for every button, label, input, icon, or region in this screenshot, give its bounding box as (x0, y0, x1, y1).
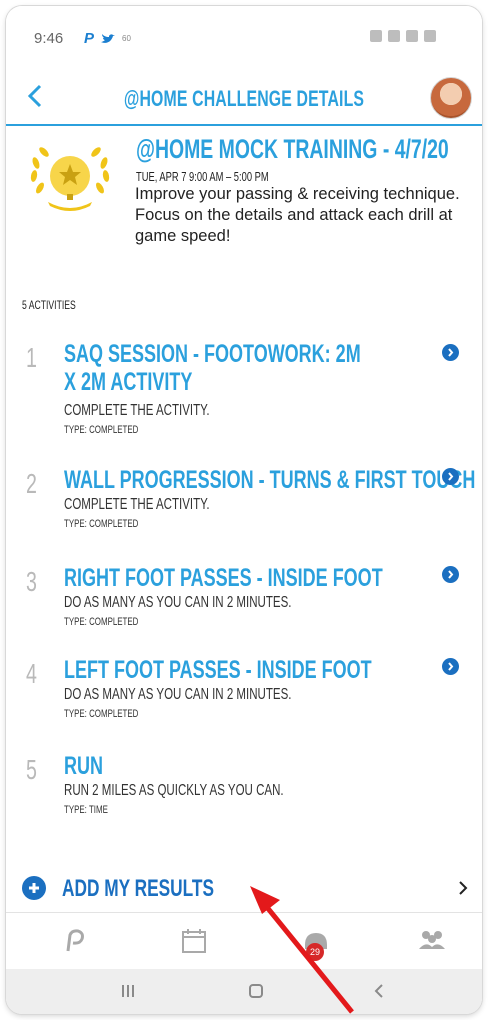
activity-description: RUN 2 MILES AS QUICKLY AS YOU CAN. (64, 782, 284, 799)
battery-icon (424, 30, 436, 42)
notification-badge: 29 (306, 943, 324, 961)
activity-description: COMPLETE THE ACTIVITY. (64, 402, 210, 419)
plus-circle-icon (22, 876, 46, 900)
chevron-right-circle-icon[interactable] (442, 468, 459, 485)
activity-number: 4 (26, 658, 37, 689)
status-bar: 9:46 P 60 (6, 6, 482, 58)
bottom-tab-bar: 29 (6, 913, 482, 969)
activity-type: TYPE: COMPLETED (64, 518, 139, 530)
activity-title[interactable]: WALL PROGRESSION - TURNS & FIRST TOUCH (64, 466, 475, 494)
activity-type: TYPE: COMPLETED (64, 424, 139, 436)
chevron-right-icon (459, 881, 468, 895)
recent-apps-icon[interactable] (116, 979, 140, 1003)
add-results-label: ADD MY RESULTS (62, 875, 215, 902)
phone-screen: 9:46 P 60 @HOME CHALLENGE DETAILS @HOME … (6, 6, 482, 1014)
back-nav-icon[interactable] (368, 979, 392, 1003)
header-divider (6, 124, 482, 126)
activities-count: 5 ACTIVITIES (22, 298, 76, 312)
challenge-description: Improve your passing & receiving techniq… (135, 185, 460, 245)
activity-description: DO AS MANY AS YOU CAN IN 2 MINUTES. (64, 594, 292, 611)
activity-type: TYPE: COMPLETED (64, 616, 139, 628)
back-arrow-icon[interactable] (18, 78, 54, 114)
activity-title[interactable]: LEFT FOOT PASSES - INSIDE FOOT (64, 656, 453, 684)
challenge-title: @HOME MOCK TRAINING - 4/7/20 (136, 134, 449, 164)
twitter-icon (101, 33, 116, 43)
avatar[interactable] (430, 77, 472, 119)
activity-number: 2 (26, 468, 37, 499)
page-title: @HOME CHALLENGE DETAILS (123, 86, 365, 111)
chevron-right-circle-icon[interactable] (442, 658, 459, 675)
calendar-icon[interactable] (178, 925, 210, 957)
status-time: 9:46 (34, 30, 64, 47)
signal-icon (406, 30, 418, 42)
chevron-right-circle-icon[interactable] (442, 566, 459, 583)
home-icon[interactable] (244, 979, 268, 1003)
status-small-text: 60 (122, 34, 131, 43)
status-notification-icons: P 60 (84, 30, 131, 47)
activity-description: DO AS MANY AS YOU CAN IN 2 MINUTES. (64, 686, 292, 703)
wifi-icon (388, 30, 400, 42)
activity-title[interactable]: RIGHT FOOT PASSES - INSIDE FOOT (64, 564, 453, 592)
team-icon[interactable] (416, 925, 448, 957)
activity-number: 1 (26, 342, 37, 373)
activity-title[interactable]: RUN (64, 752, 453, 780)
trophy-badge-icon (30, 147, 110, 211)
status-system-icons (370, 30, 436, 42)
app-header: @HOME CHALLENGE DETAILS (6, 64, 482, 124)
activity-number: 3 (26, 566, 37, 597)
app-notification-icon: P (84, 30, 95, 47)
activity-type: TYPE: TIME (64, 804, 108, 816)
activity-type: TYPE: COMPLETED (64, 708, 139, 720)
activity-description: COMPLETE THE ACTIVITY. (64, 496, 210, 513)
alarm-icon (370, 30, 382, 42)
activity-number: 5 (26, 754, 37, 785)
activity-title[interactable]: SAQ SESSION - FOOTOWORK: 2M X 2M ACTIVIT… (64, 340, 366, 396)
system-nav-bar (6, 969, 482, 1014)
add-results-button[interactable]: ADD MY RESULTS (6, 868, 482, 912)
chevron-right-circle-icon[interactable] (442, 344, 459, 361)
app-logo-icon[interactable] (58, 925, 90, 957)
challenge-date: TUE, APR 7 9:00 AM – 5:00 PM (136, 169, 269, 184)
